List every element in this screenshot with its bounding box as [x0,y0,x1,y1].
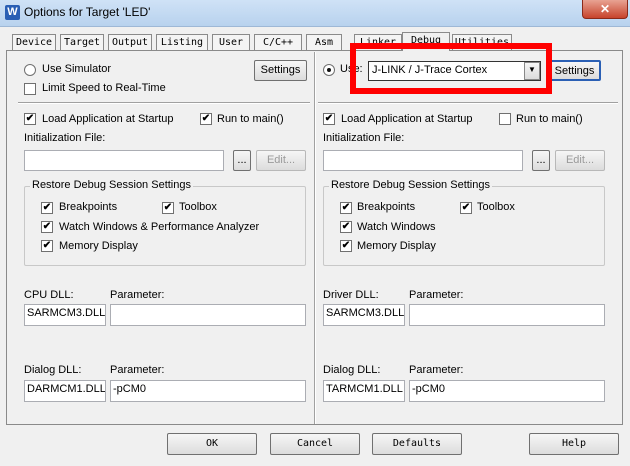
driver-settings-button[interactable]: Settings [548,60,601,81]
right-init-file-label: Initialization File: [323,132,405,144]
left-watch-checkbox[interactable]: ✔ [41,221,53,233]
left-dialog-param-input[interactable]: -pCM0 [110,380,306,402]
simulator-settings-button[interactable]: Settings [254,60,307,81]
cancel-button[interactable]: Cancel [270,433,360,455]
right-edit-button[interactable]: Edit... [555,150,605,171]
right-watch-checkbox[interactable]: ✔ [340,221,352,233]
highlight-box [350,43,552,94]
limit-speed-label: Limit Speed to Real-Time [42,82,166,94]
column-divider [314,52,316,424]
right-breakpoints-label: Breakpoints [357,201,416,213]
right-browse-button[interactable]: ... [532,150,550,171]
left-run-to-main-checkbox[interactable]: ✔ [200,113,212,125]
right-dialog-dll-input[interactable]: TARMCM1.DLL [323,380,405,402]
right-dialog-dll-label: Dialog DLL: [323,364,381,376]
right-restore-group-title: Restore Debug Session Settings [329,179,492,191]
use-simulator-label: Use Simulator [42,63,112,75]
right-load-app-label: Load Application at Startup [341,113,473,125]
driver-param-input[interactable] [409,304,605,326]
cpu-dll-input[interactable]: SARMCM3.DLL [24,304,106,326]
tab-user[interactable]: User [212,34,250,50]
left-toolbox-checkbox[interactable]: ✔ [162,202,174,214]
left-load-app-checkbox[interactable]: ✔ [24,113,36,125]
driver-dll-label: Driver DLL: [323,289,379,301]
right-separator [318,102,618,104]
left-browse-button[interactable]: ... [233,150,251,171]
right-toolbox-checkbox[interactable]: ✔ [460,202,472,214]
right-memory-checkbox[interactable]: ✔ [340,240,352,252]
left-dialog-dll-label: Dialog DLL: [24,364,82,376]
left-separator [18,102,310,104]
defaults-button[interactable]: Defaults [372,433,462,455]
cpu-param-input[interactable] [110,304,306,326]
left-breakpoints-label: Breakpoints [59,201,118,213]
left-memory-label: Memory Display [59,240,138,252]
window-title: Options for Target 'LED' [24,5,151,19]
left-init-file-label: Initialization File: [24,132,106,144]
app-icon: W [5,5,20,20]
left-toolbox-label: Toolbox [179,201,217,213]
left-load-app-label: Load Application at Startup [42,113,174,125]
left-dialog-dll-input[interactable]: DARMCM1.DLL [24,380,106,402]
left-watch-label: Watch Windows & Performance Analyzer [59,221,260,233]
ok-button[interactable]: OK [167,433,257,455]
use-simulator-radio[interactable] [24,64,36,76]
help-button[interactable]: Help [529,433,619,455]
right-dialog-param-label: Parameter: [409,364,464,376]
right-run-to-main-checkbox[interactable] [499,113,511,125]
driver-param-label: Parameter: [409,289,464,301]
use-driver-radio[interactable] [323,64,335,76]
right-watch-label: Watch Windows [357,221,436,233]
right-load-app-checkbox[interactable]: ✔ [323,113,335,125]
tab-listing[interactable]: Listing [156,34,208,50]
tab-target[interactable]: Target [60,34,104,50]
right-dialog-param-input[interactable]: -pCM0 [409,380,605,402]
tab-asm[interactable]: Asm [306,34,342,50]
right-memory-label: Memory Display [357,240,436,252]
left-edit-button[interactable]: Edit... [256,150,306,171]
left-breakpoints-checkbox[interactable]: ✔ [41,202,53,214]
left-restore-group-title: Restore Debug Session Settings [30,179,193,191]
driver-dll-input[interactable]: SARMCM3.DLL [323,304,405,326]
right-toolbox-label: Toolbox [477,201,515,213]
cpu-param-label: Parameter: [110,289,165,301]
left-dialog-param-label: Parameter: [110,364,165,376]
tab-c-cpp[interactable]: C/C++ [254,34,302,50]
left-run-to-main-label: Run to main() [217,113,284,125]
cpu-dll-label: CPU DLL: [24,289,74,301]
right-init-file-input[interactable] [323,150,523,171]
right-run-to-main-label: Run to main() [516,113,583,125]
left-memory-checkbox[interactable]: ✔ [41,240,53,252]
left-init-file-input[interactable] [24,150,224,171]
limit-speed-checkbox[interactable] [24,83,36,95]
tab-output[interactable]: Output [108,34,152,50]
tab-device[interactable]: Device [12,34,56,50]
right-breakpoints-checkbox[interactable]: ✔ [340,202,352,214]
close-button[interactable]: ✕ [582,0,628,19]
